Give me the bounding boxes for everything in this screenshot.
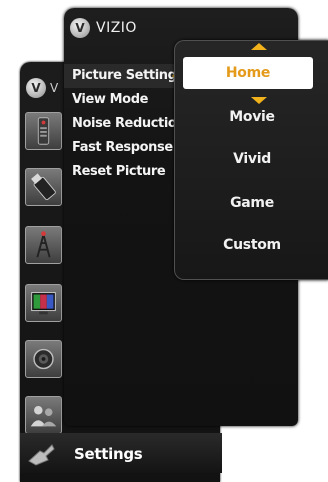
- usb-stick-icon[interactable]: [25, 168, 62, 206]
- menu-item-picture-setting[interactable]: Picture Setting: [64, 64, 184, 88]
- menu-item-fast-response[interactable]: Fast Response: [64, 136, 184, 160]
- speaker-icon[interactable]: [25, 340, 62, 378]
- picture-menu-list: Picture Setting View Mode Noise Reductio…: [64, 64, 184, 184]
- option-movie[interactable]: Movie: [175, 109, 328, 125]
- scroll-up-icon[interactable]: [251, 43, 267, 50]
- scroll-down-icon[interactable]: [251, 97, 267, 104]
- category-panel-header: V V: [26, 78, 58, 98]
- antenna-tower-icon[interactable]: [25, 226, 62, 264]
- people-icon[interactable]: [25, 396, 62, 434]
- settings-footer[interactable]: Settings: [20, 433, 222, 473]
- picture-mode-submenu: Home Movie Vivid Game Custom: [174, 40, 328, 280]
- menu-item-reset-picture[interactable]: Reset Picture: [64, 160, 184, 184]
- vizio-logo-icon: V: [26, 78, 46, 98]
- remote-icon[interactable]: [25, 112, 62, 150]
- option-vivid[interactable]: Vivid: [175, 151, 328, 167]
- option-game[interactable]: Game: [175, 195, 328, 211]
- option-home[interactable]: Home: [183, 57, 313, 89]
- menu-item-noise-reduction[interactable]: Noise Reduction: [64, 112, 184, 136]
- settings-wrench-icon: [28, 444, 55, 466]
- category-panel-title: V: [50, 81, 59, 95]
- menu-header: V VIZIO: [70, 18, 137, 38]
- option-custom[interactable]: Custom: [175, 237, 328, 253]
- vizio-logo-icon: V: [70, 18, 90, 38]
- settings-label: Settings: [74, 445, 143, 463]
- menu-item-view-mode[interactable]: View Mode: [64, 88, 184, 112]
- color-tv-icon[interactable]: [25, 284, 62, 322]
- brand-name: VIZIO: [96, 20, 137, 36]
